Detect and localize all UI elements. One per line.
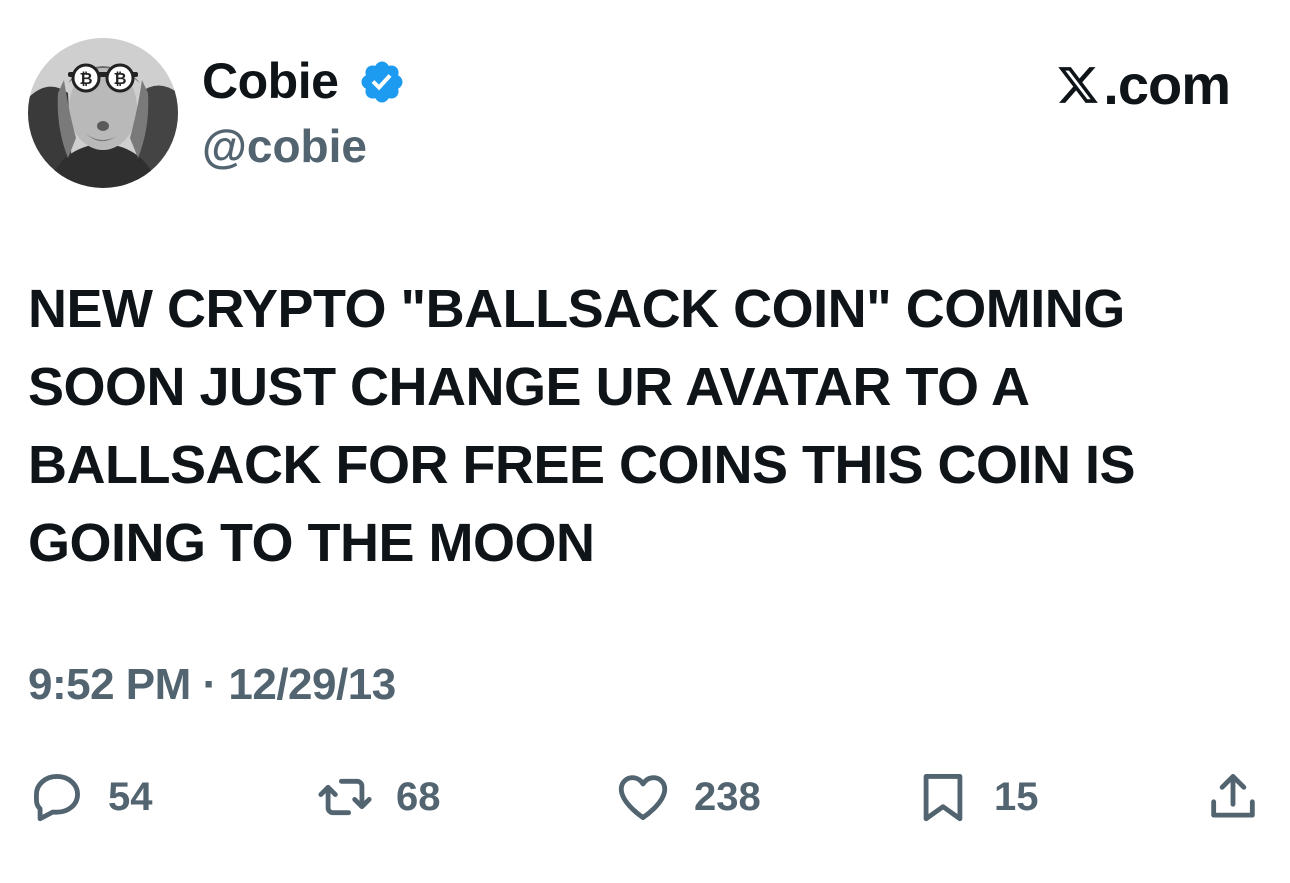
retweet-count: 68 xyxy=(396,775,441,819)
author-handle[interactable]: @cobie xyxy=(202,116,367,176)
retweet-button[interactable]: 68 xyxy=(316,762,441,832)
reply-button[interactable]: 54 xyxy=(28,762,153,832)
avatar-image: ₿ ₿ xyxy=(28,38,178,188)
bookmark-button[interactable]: 15 xyxy=(914,762,1039,832)
tweet-card: ₿ ₿ Cobie @cobie .com NEW CRYPTO "BALLSA… xyxy=(0,0,1290,883)
bookmark-icon xyxy=(923,774,963,822)
verified-badge-icon xyxy=(361,61,403,103)
site-domain: .com xyxy=(1103,53,1231,116)
x-logo-icon xyxy=(1058,67,1099,103)
like-count: 238 xyxy=(694,775,761,819)
share-button[interactable] xyxy=(1204,762,1262,832)
site-label: .com xyxy=(1055,52,1231,118)
comment-bubble-icon xyxy=(33,774,80,822)
avatar[interactable]: ₿ ₿ xyxy=(28,38,178,188)
reply-count: 54 xyxy=(108,775,153,819)
bookmark-count: 15 xyxy=(994,775,1039,819)
tweet-text: NEW CRYPTO "BALLSACK COIN" COMING SOON J… xyxy=(28,279,1136,573)
retweet-icon xyxy=(318,778,372,816)
tweet-timestamp[interactable]: 9:52 PM · 12/29/13 xyxy=(28,655,396,715)
author-name[interactable]: Cobie xyxy=(202,50,339,112)
heart-icon xyxy=(618,775,668,820)
svg-text:₿: ₿ xyxy=(79,69,92,88)
action-bar: 54 68 238 15 xyxy=(0,762,1290,832)
svg-text:₿: ₿ xyxy=(113,69,126,88)
like-button[interactable]: 238 xyxy=(614,762,761,832)
share-icon xyxy=(1211,774,1255,818)
